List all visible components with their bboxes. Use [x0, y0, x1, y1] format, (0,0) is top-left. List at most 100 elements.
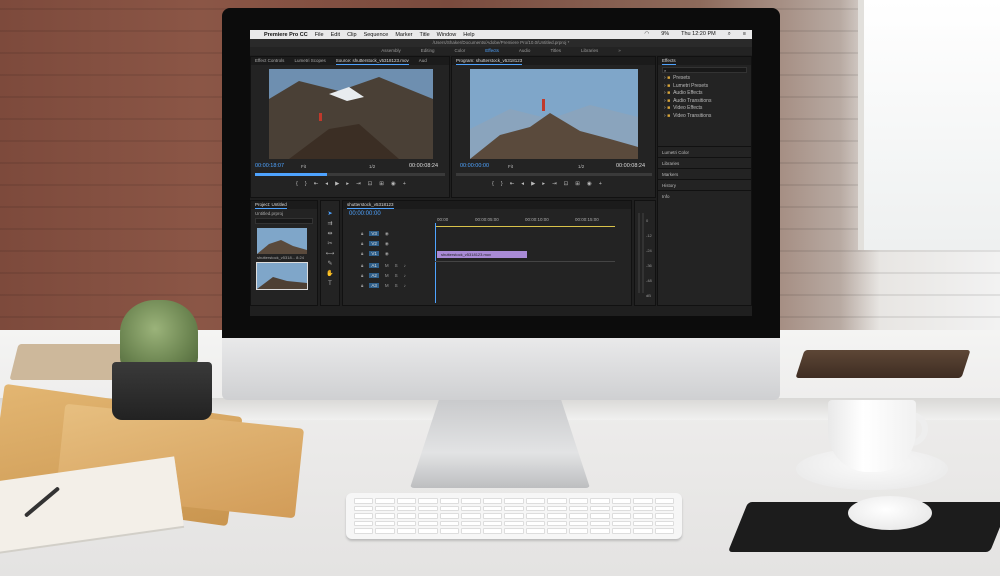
source-video-frame[interactable]	[269, 69, 433, 159]
insert-icon[interactable]: ⊡	[368, 181, 373, 187]
add-button-icon[interactable]: +	[403, 181, 406, 187]
workspace-color[interactable]: Color	[454, 47, 465, 55]
step-forward-icon[interactable]: ▸	[346, 181, 349, 187]
folder-audio-effects[interactable]: › ■ Audio Effects	[658, 90, 751, 98]
folder-video-effects[interactable]: › ■ Video Effects	[658, 105, 751, 113]
workspace-editing[interactable]: Editing	[421, 47, 435, 55]
track-select-tool-icon[interactable]: ⇉	[321, 219, 339, 229]
go-to-in-icon[interactable]: ⇤	[314, 181, 319, 187]
go-to-out-icon[interactable]: ⇥	[356, 181, 361, 187]
ripple-edit-tool-icon[interactable]: ⇹	[321, 229, 339, 239]
battery-level[interactable]: 9%	[661, 31, 669, 38]
eye-icon[interactable]: ◉	[385, 231, 389, 237]
play-icon[interactable]: ▶	[335, 181, 339, 187]
track-a1[interactable]: 🔒︎ A1 M S ♪	[343, 261, 406, 270]
folder-video-transitions[interactable]: › ■ Video Transitions	[658, 113, 751, 121]
solo-icon[interactable]: S	[395, 283, 398, 288]
work-area-bar[interactable]	[435, 226, 615, 227]
export-frame-icon[interactable]: ◉	[391, 181, 396, 187]
menu-clip[interactable]: Clip	[347, 32, 356, 38]
lock-icon[interactable]: 🔒︎	[361, 241, 363, 246]
source-resolution-dropdown[interactable]: 1/2	[369, 164, 375, 169]
mark-in-icon[interactable]: {	[296, 181, 298, 187]
source-scrubber[interactable]	[255, 173, 445, 176]
wifi-icon[interactable]: ◠	[644, 31, 649, 38]
tab-source[interactable]: Source: shutterstock_v5318123.mov	[335, 57, 409, 65]
program-video-frame[interactable]	[470, 69, 638, 159]
workspace-effects[interactable]: Effects	[485, 47, 499, 55]
tab-audio[interactable]: Aud	[419, 57, 427, 65]
menu-list-icon[interactable]: ≡	[743, 31, 746, 38]
tab-lumetri-scopes[interactable]: Lumetri Scopes	[294, 57, 325, 65]
source-timecode[interactable]: 00:00:18:07	[255, 163, 284, 169]
solo-icon[interactable]: S	[395, 273, 398, 278]
clock[interactable]: Thu 12:20 PM	[681, 31, 716, 38]
section-lumetri-color[interactable]: Lumetri Color	[658, 146, 751, 157]
slip-tool-icon[interactable]: ⟷	[321, 249, 339, 259]
track-v2[interactable]: 🔒︎ V2 ◉	[343, 239, 389, 248]
mute-icon[interactable]: M	[385, 273, 389, 278]
menu-title[interactable]: Title	[419, 32, 429, 38]
tab-effects[interactable]: Effects	[662, 57, 676, 65]
tab-sequence[interactable]: shutterstock_v5318123	[347, 201, 394, 209]
mic-icon[interactable]: ♪	[404, 283, 406, 288]
more-workspaces-icon[interactable]: »	[618, 47, 621, 55]
track-v3[interactable]: 🔒︎ V3 ◉	[343, 229, 389, 238]
extract-icon[interactable]: ⊞	[575, 181, 580, 187]
menu-sequence[interactable]: Sequence	[364, 32, 389, 38]
mark-in-icon[interactable]: {	[492, 181, 494, 187]
timeline-timecode[interactable]: 00:00:00:00	[349, 211, 381, 217]
add-button-icon[interactable]: +	[599, 181, 602, 187]
go-to-in-icon[interactable]: ⇤	[510, 181, 515, 187]
section-history[interactable]: History	[658, 179, 751, 190]
hand-tool-icon[interactable]: ✋	[321, 269, 339, 279]
track-a2[interactable]: 🔒︎ A2 M S ♪	[343, 271, 406, 280]
folder-lumetri-presets[interactable]: › ■ Lumetri Presets	[658, 83, 751, 91]
lock-icon[interactable]: 🔒︎	[361, 273, 363, 278]
type-tool-icon[interactable]: T	[321, 279, 339, 289]
section-info[interactable]: Info	[658, 190, 751, 201]
search-icon[interactable]: ⌕	[728, 31, 731, 38]
pen-tool-icon[interactable]: ✎	[321, 259, 339, 269]
mark-out-icon[interactable]: }	[501, 181, 503, 187]
play-icon[interactable]: ▶	[531, 181, 535, 187]
lock-icon[interactable]: 🔒︎	[361, 283, 363, 288]
lift-icon[interactable]: ⊡	[564, 181, 569, 187]
timeline-clip[interactable]: shutterstock_v5318123.mov	[437, 251, 527, 258]
effects-search-input[interactable]: ⌕	[662, 67, 747, 73]
workspace-titles[interactable]: Titles	[550, 47, 561, 55]
eye-icon[interactable]: ◉	[385, 241, 389, 247]
tab-effect-controls[interactable]: Effect Controls	[255, 57, 284, 65]
step-back-icon[interactable]: ◂	[325, 181, 328, 187]
workspace-audio[interactable]: Audio	[519, 47, 531, 55]
mic-icon[interactable]: ♪	[404, 273, 406, 278]
clip-thumbnail[interactable]	[257, 228, 307, 254]
menu-marker[interactable]: Marker	[395, 32, 412, 38]
source-fit-dropdown[interactable]: Fit	[301, 164, 306, 169]
export-frame-icon[interactable]: ◉	[587, 181, 592, 187]
menu-file[interactable]: File	[315, 32, 324, 38]
razor-tool-icon[interactable]: ✂	[321, 239, 339, 249]
program-resolution-dropdown[interactable]: 1/2	[578, 164, 584, 169]
clip-thumbnail-selected[interactable]	[256, 262, 308, 290]
step-back-icon[interactable]: ◂	[521, 181, 524, 187]
eye-icon[interactable]: ◉	[385, 251, 389, 257]
menu-help[interactable]: Help	[463, 32, 474, 38]
go-to-out-icon[interactable]: ⇥	[552, 181, 557, 187]
overwrite-icon[interactable]: ⊞	[379, 181, 384, 187]
project-search-input[interactable]	[255, 218, 313, 224]
mute-icon[interactable]: M	[385, 283, 389, 288]
mic-icon[interactable]: ♪	[404, 263, 406, 268]
lock-icon[interactable]: 🔒︎	[361, 231, 363, 236]
lock-icon[interactable]: 🔒︎	[361, 251, 363, 256]
track-v1[interactable]: 🔒︎ V1 ◉	[343, 249, 389, 258]
app-menu[interactable]: Premiere Pro CC	[264, 32, 308, 38]
mark-out-icon[interactable]: }	[305, 181, 307, 187]
folder-audio-transitions[interactable]: › ■ Audio Transitions	[658, 98, 751, 106]
program-timecode[interactable]: 00:00:00:00	[460, 163, 489, 169]
program-scrubber[interactable]	[456, 173, 652, 176]
mute-icon[interactable]: M	[385, 263, 389, 268]
workspace-assembly[interactable]: Assembly	[381, 47, 401, 55]
step-forward-icon[interactable]: ▸	[542, 181, 545, 187]
menu-edit[interactable]: Edit	[331, 32, 340, 38]
